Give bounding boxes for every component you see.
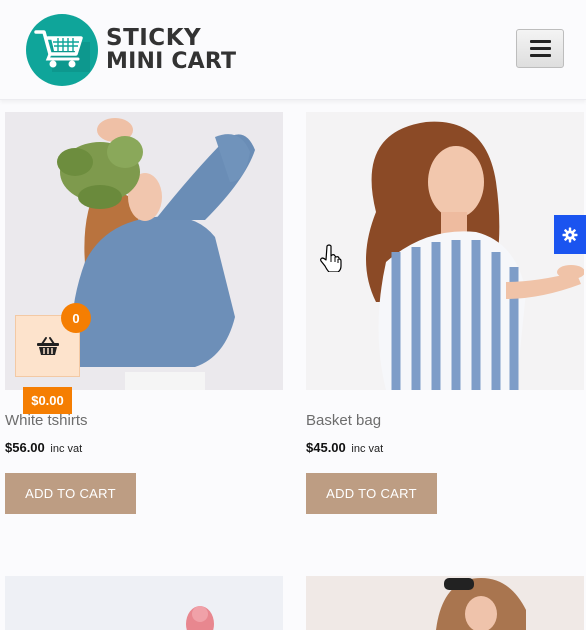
logo-text: STICKY MINI CART <box>106 25 237 74</box>
logo-line-2: MINI CART <box>106 49 237 74</box>
page: STICKY MINI CART White tshirts $56.00 in… <box>0 0 586 630</box>
product-price: $56.00 inc vat <box>5 440 82 455</box>
hamburger-menu-button[interactable] <box>516 29 564 68</box>
basket-icon <box>36 337 59 355</box>
price-amount: $56.00 <box>5 440 45 455</box>
cart-count-badge[interactable]: 0 <box>61 303 91 333</box>
hand-cursor-icon <box>320 244 342 272</box>
site-logo[interactable]: STICKY MINI CART <box>26 14 236 86</box>
price-amount: $45.00 <box>306 440 346 455</box>
product-image[interactable] <box>306 576 584 630</box>
add-to-cart-button[interactable]: ADD TO CART <box>5 473 136 514</box>
product-title[interactable]: White tshirts <box>5 412 88 429</box>
product-title[interactable]: Basket bag <box>306 412 381 429</box>
price-vat-note: inc vat <box>50 443 83 455</box>
logo-line-1: STICKY <box>106 25 202 51</box>
site-header: STICKY MINI CART <box>0 0 586 100</box>
settings-toggle-button[interactable] <box>554 215 586 254</box>
cart-total-badge[interactable]: $0.00 <box>23 387 72 414</box>
hamburger-menu-icon <box>529 40 551 43</box>
product-price: $45.00 inc vat <box>306 440 383 455</box>
price-vat-note: inc vat <box>351 443 384 455</box>
shopping-cart-icon <box>26 14 98 86</box>
product-image[interactable] <box>5 576 283 630</box>
product-image[interactable] <box>306 112 584 390</box>
add-to-cart-button[interactable]: ADD TO CART <box>306 473 437 514</box>
gear-icon <box>562 227 578 242</box>
